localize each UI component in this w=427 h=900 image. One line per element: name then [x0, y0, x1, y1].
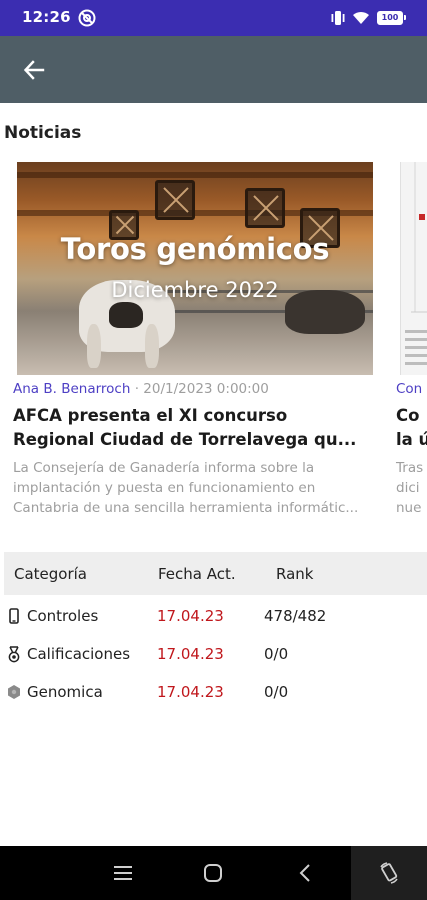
home-button[interactable]	[198, 858, 228, 888]
header-date: Fecha Act.	[158, 565, 236, 583]
news-card-title[interactable]: AFCA presenta el XI concurso Regional Ci…	[13, 404, 375, 452]
header-category: Categoría	[14, 565, 88, 583]
do-not-disturb-icon	[78, 9, 96, 27]
table-row-calificaciones[interactable]: Calificaciones 17.04.23 0/0	[4, 645, 427, 683]
status-bar: 12:26 100	[0, 0, 427, 36]
table-header: Categoría Fecha Act. Rank	[4, 552, 427, 595]
system-nav-bar	[0, 846, 427, 900]
row-label: Calificaciones	[27, 645, 131, 663]
rotate-button[interactable]	[374, 858, 404, 888]
news-card-image	[400, 162, 427, 375]
news-title-line: Co	[396, 406, 420, 425]
news-card-meta: Ana B. Benarroch · 20/1/2023 0:00:00	[13, 381, 269, 397]
dna-icon	[7, 683, 21, 701]
system-back-button[interactable]	[290, 858, 320, 888]
news-card[interactable]: Toros genómicos Diciembre 2022 Ana B. Be…	[12, 162, 382, 527]
image-subtitle: Diciembre 2022	[111, 278, 279, 302]
battery-level: 100	[381, 13, 399, 22]
phone-icon	[7, 607, 21, 625]
app-bar	[0, 36, 427, 103]
recents-icon	[114, 866, 132, 880]
back-button[interactable]	[14, 50, 54, 90]
row-rank: 478/482	[264, 607, 327, 625]
news-body-line: La Consejería de Ganadería informa sobre…	[13, 460, 315, 476]
table-row-genomica[interactable]: Genomica 17.04.23 0/0	[4, 683, 427, 721]
battery-icon: 100	[377, 11, 406, 25]
news-title-line: Regional Ciudad de Torrelavega qu...	[13, 430, 357, 449]
news-card[interactable]: Con Co la ú Tras dici nue	[395, 162, 427, 527]
meta-separator: ·	[134, 381, 139, 397]
home-icon	[204, 864, 222, 882]
news-card-image: Toros genómicos Diciembre 2022	[17, 162, 373, 375]
recents-button[interactable]	[108, 858, 138, 888]
news-body-line: Tras	[396, 460, 424, 476]
table-row-controles[interactable]: Controles 17.04.23 478/482	[4, 607, 427, 645]
news-body-line: Cantabria de una sencilla herramienta in…	[13, 500, 359, 516]
row-date: 17.04.23	[157, 607, 224, 625]
status-icons: 100	[331, 9, 406, 27]
row-date: 17.04.23	[157, 645, 224, 663]
back-icon	[299, 864, 310, 882]
news-author[interactable]: Ana B. Benarroch	[13, 381, 130, 397]
news-card-title[interactable]: Co la ú	[396, 404, 427, 452]
header-rank: Rank	[276, 565, 314, 583]
news-body-line: dici	[396, 480, 420, 496]
vibrate-icon	[331, 11, 345, 25]
news-body-line: implantación y puesta en funcionamiento …	[13, 480, 316, 496]
news-date: 20/1/2023 0:00:00	[143, 381, 269, 397]
row-rank: 0/0	[264, 645, 289, 663]
row-rank: 0/0	[264, 683, 289, 701]
medal-icon	[7, 645, 21, 663]
row-date: 17.04.23	[157, 683, 224, 701]
row-label: Genomica	[27, 683, 103, 701]
chart-thumbnail	[405, 162, 427, 365]
row-label: Controles	[27, 607, 99, 625]
news-body-line: nue	[396, 500, 422, 516]
news-card-body: Tras dici nue	[396, 458, 423, 518]
arrow-back-icon	[23, 60, 45, 80]
news-carousel[interactable]: Toros genómicos Diciembre 2022 Ana B. Be…	[0, 162, 427, 527]
image-title: Toros genómicos	[60, 232, 330, 266]
news-card-body: La Consejería de Ganadería informa sobre…	[13, 458, 381, 518]
section-title: Noticias	[4, 123, 82, 143]
rotate-icon	[380, 862, 398, 884]
news-author[interactable]: Con	[396, 381, 422, 397]
news-title-line: AFCA presenta el XI concurso	[13, 406, 288, 425]
status-time: 12:26	[22, 8, 71, 26]
wifi-icon	[353, 11, 369, 24]
news-title-line: la ú	[396, 430, 427, 449]
